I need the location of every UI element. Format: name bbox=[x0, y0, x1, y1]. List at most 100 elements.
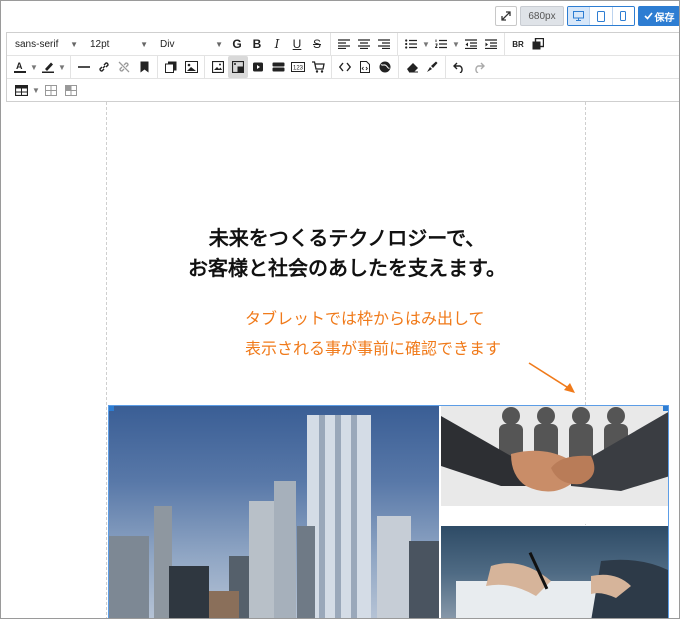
horizontal-rule-button[interactable] bbox=[74, 56, 94, 78]
insert-br-button[interactable]: BR bbox=[508, 33, 528, 55]
numbered-list-button[interactable] bbox=[431, 33, 451, 55]
fullscreen-button[interactable] bbox=[495, 6, 517, 26]
align-left-button[interactable] bbox=[334, 33, 354, 55]
chevron-down-icon: ▼ bbox=[140, 39, 148, 49]
block-format-value: Div bbox=[160, 38, 175, 50]
italic-icon: I bbox=[274, 37, 280, 51]
chevron-down-icon[interactable]: ▼ bbox=[421, 33, 431, 55]
toolbar-row-3: ▼ bbox=[7, 79, 679, 102]
signing-illustration bbox=[456, 552, 668, 618]
redo-button[interactable] bbox=[469, 56, 489, 78]
highlight-color-button[interactable] bbox=[39, 56, 57, 78]
separator bbox=[70, 56, 71, 78]
insert-image-button[interactable] bbox=[208, 56, 228, 78]
bookmark-button[interactable] bbox=[134, 56, 154, 78]
table-cell-button[interactable] bbox=[61, 80, 81, 102]
toolbar-row-2: A ▼ ▼ 123 bbox=[7, 56, 679, 79]
device-switcher bbox=[567, 6, 635, 26]
strikethrough-icon: S bbox=[312, 37, 321, 51]
tablet-icon bbox=[596, 10, 605, 22]
desktop-view-button[interactable] bbox=[568, 7, 591, 25]
copy-button[interactable] bbox=[528, 33, 548, 55]
annotation-line-2: 表示される事が事前に確認できます bbox=[245, 341, 502, 358]
save-label: 保存 bbox=[654, 12, 675, 24]
unlink-icon bbox=[118, 61, 130, 73]
desktop-icon bbox=[573, 11, 585, 21]
block-format-select[interactable]: Div ▼ bbox=[152, 33, 227, 56]
chevron-down-icon[interactable]: ▼ bbox=[57, 56, 67, 78]
source-code-button[interactable] bbox=[335, 56, 355, 78]
html-file-button[interactable] bbox=[355, 56, 375, 78]
mobile-icon bbox=[620, 11, 627, 21]
underline-icon: U bbox=[292, 37, 302, 51]
template-button[interactable] bbox=[161, 56, 181, 78]
table-button[interactable] bbox=[11, 80, 31, 102]
svg-text:123: 123 bbox=[293, 66, 304, 72]
editor-toolbar: sans-serif ▼ 12pt ▼ Div ▼ G B I U S ▼ ▼ bbox=[6, 32, 679, 102]
table-cell-icon bbox=[65, 85, 77, 96]
format-paint-button[interactable] bbox=[422, 56, 442, 78]
table-icon bbox=[14, 85, 28, 96]
google-fonts-icon: G bbox=[232, 37, 242, 51]
mobile-view-button[interactable] bbox=[612, 7, 634, 25]
strikethrough-button[interactable]: S bbox=[307, 33, 327, 55]
signing-document-image bbox=[441, 526, 668, 618]
chevron-down-icon[interactable]: ▼ bbox=[451, 33, 461, 55]
code-icon bbox=[339, 62, 351, 72]
font-size-select[interactable]: 12pt ▼ bbox=[82, 33, 152, 56]
unlink-button[interactable] bbox=[114, 56, 134, 78]
italic-button[interactable]: I bbox=[267, 33, 287, 55]
separator bbox=[445, 56, 446, 78]
cart-button[interactable] bbox=[308, 56, 328, 78]
bullet-list-button[interactable] bbox=[401, 33, 421, 55]
indent-icon bbox=[485, 39, 497, 49]
link-button[interactable] bbox=[94, 56, 114, 78]
eraser-icon bbox=[406, 62, 418, 72]
link-icon bbox=[99, 62, 109, 72]
language-button[interactable] bbox=[375, 56, 395, 78]
underline-button[interactable]: U bbox=[287, 33, 307, 55]
city-skyline-image bbox=[109, 406, 439, 618]
table-row-button[interactable] bbox=[41, 80, 61, 102]
outdent-button[interactable] bbox=[461, 33, 481, 55]
align-center-button[interactable] bbox=[354, 33, 374, 55]
save-button[interactable]: 保存 bbox=[638, 6, 679, 26]
image-block[interactable] bbox=[108, 405, 669, 618]
font-size-value: 12pt bbox=[90, 38, 110, 50]
br-icon: BR bbox=[512, 39, 524, 49]
headline-line-2: お客様と社会のあしたを支えます。 bbox=[188, 256, 506, 280]
button-widget-button[interactable] bbox=[268, 56, 288, 78]
top-bar: 680px 保存 bbox=[1, 1, 679, 32]
bullet-list-icon bbox=[405, 39, 417, 49]
text-color-button[interactable]: A bbox=[11, 56, 29, 78]
font-family-select[interactable]: sans-serif ▼ bbox=[7, 33, 82, 56]
align-right-button[interactable] bbox=[374, 33, 394, 55]
number-field-icon: 123 bbox=[291, 62, 305, 72]
tablet-view-button[interactable] bbox=[590, 7, 613, 25]
annotation-line-1: タブレットでは枠からはみ出して bbox=[245, 311, 485, 328]
resize-handle-top-right[interactable] bbox=[663, 406, 668, 411]
chevron-down-icon[interactable]: ▼ bbox=[31, 80, 41, 102]
resize-handle-top-left[interactable] bbox=[109, 406, 114, 411]
horizontal-rule-icon bbox=[78, 66, 90, 68]
number-field-button[interactable]: 123 bbox=[288, 56, 308, 78]
numbered-list-icon bbox=[435, 39, 447, 49]
paint-brush-icon bbox=[427, 61, 438, 72]
video-button[interactable] bbox=[248, 56, 268, 78]
chevron-down-icon[interactable]: ▼ bbox=[29, 56, 39, 78]
google-fonts-button[interactable]: G bbox=[227, 33, 247, 55]
handshake-image bbox=[441, 406, 668, 524]
image-layout-button[interactable] bbox=[228, 56, 248, 78]
clear-format-button[interactable] bbox=[402, 56, 422, 78]
image-frame-icon bbox=[184, 61, 198, 73]
indent-button[interactable] bbox=[481, 33, 501, 55]
editor-canvas[interactable]: 未来をつくるテクノロジーで、 お客様と社会のあしたを支えます。 タブレットでは枠… bbox=[6, 102, 679, 618]
table-grid-icon bbox=[45, 85, 57, 96]
headline[interactable]: 未来をつくるテクノロジーで、 お客様と社会のあしたを支えます。 bbox=[107, 223, 587, 283]
block-icon-button[interactable] bbox=[181, 56, 201, 78]
redo-icon bbox=[475, 62, 485, 73]
undo-button[interactable] bbox=[449, 56, 469, 78]
svg-text:A: A bbox=[16, 61, 23, 71]
bold-button[interactable]: B bbox=[247, 33, 267, 55]
separator bbox=[330, 33, 331, 55]
